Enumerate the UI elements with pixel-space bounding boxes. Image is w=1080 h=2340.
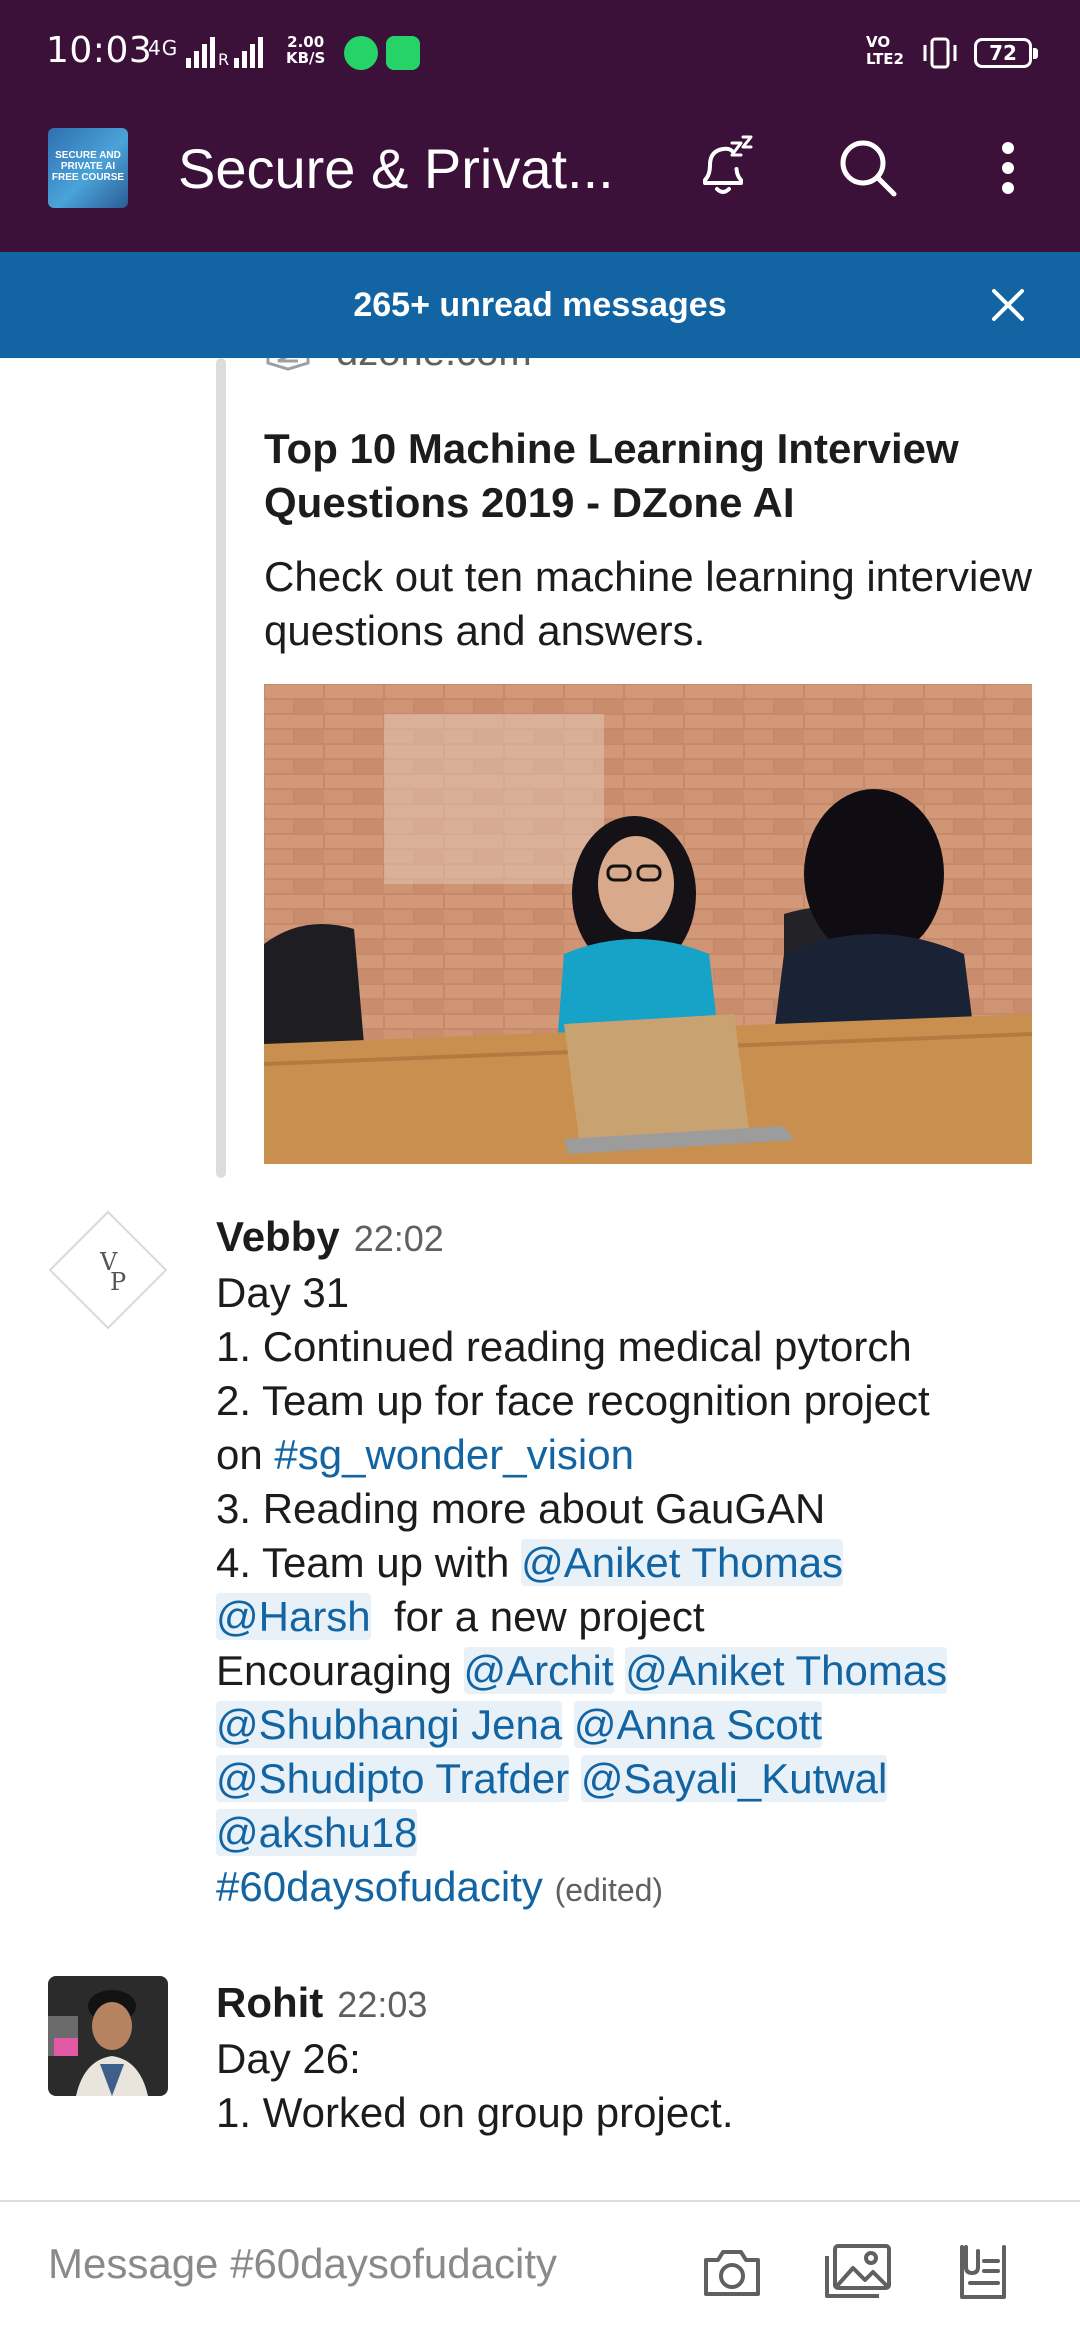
attachment-bar xyxy=(216,358,226,1178)
message-line: #60daysofudacity (edited) xyxy=(216,1860,1046,1917)
channel-link[interactable]: #sg_wonder_vision xyxy=(274,1431,634,1478)
user-mention[interactable]: @Harsh xyxy=(216,1593,371,1640)
user-mention[interactable]: @Sayali_Kutwal xyxy=(580,1755,888,1802)
message-composer xyxy=(0,2200,1080,2340)
message-line: 3. Reading more about GauGAN xyxy=(216,1485,826,1532)
message-header: Vebby 22:02 xyxy=(216,1210,1046,1266)
message-text: 4. Team up with xyxy=(216,1539,522,1586)
message-time: 22:02 xyxy=(353,1218,444,1259)
unread-messages-banner[interactable]: 265+ unread messages xyxy=(0,252,1080,358)
message-line: Day 26: xyxy=(216,2035,361,2082)
message-line: on #sg_wonder_vision xyxy=(216,1428,1046,1482)
channel-title[interactable]: Secure & Privat... xyxy=(178,136,614,201)
message-line: @akshu18 xyxy=(216,1806,1046,1860)
signal-strength-icon xyxy=(186,36,215,68)
link-description: Check out ten machine learning interview… xyxy=(264,553,1033,654)
message-line: @Harsh for a new project xyxy=(216,1590,1046,1644)
message-line: 1. Worked on group project. xyxy=(216,2089,734,2136)
user-mention[interactable]: @Shudipto Trafder xyxy=(216,1755,570,1802)
link-preview-image[interactable] xyxy=(264,684,1032,1164)
dzone-logo-icon xyxy=(266,358,310,371)
message-line: 4. Team up with @Aniket Thomas xyxy=(216,1536,1046,1590)
message-body: Rohit 22:03 Day 26: 1. Worked on group p… xyxy=(216,1976,1046,2140)
network-speed: 2.00 KB/S xyxy=(286,34,325,66)
message-line: 2. Team up for face recognition project xyxy=(216,1377,930,1424)
message-text: for a new project xyxy=(370,1593,705,1640)
vibrate-icon xyxy=(923,37,957,69)
message-text: Encouraging xyxy=(216,1647,464,1694)
whatsapp-business-icon xyxy=(386,36,420,70)
unread-messages-text: 265+ unread messages xyxy=(353,286,727,324)
user-mention[interactable]: @Anna Scott xyxy=(573,1701,823,1748)
sender-name[interactable]: Rohit xyxy=(216,1976,323,2030)
roaming-indicator: R xyxy=(218,50,231,69)
message-line: @Shubhangi Jena @Anna Scott xyxy=(216,1698,1046,1752)
avatar[interactable] xyxy=(48,1976,168,2096)
message-line: 1. Continued reading medical pytorch xyxy=(216,1323,912,1370)
more-vertical-icon[interactable] xyxy=(966,126,1050,210)
hashtag-link[interactable]: #60daysofudacity xyxy=(216,1863,543,1910)
avatar-letter-p: P xyxy=(110,1268,126,1296)
message-input[interactable] xyxy=(48,2240,648,2288)
link-source-domain: dzone.com xyxy=(336,358,532,375)
message-line: Day 31 xyxy=(216,1269,350,1316)
message-line: @Shudipto Trafder @Sayali_Kutwal xyxy=(216,1752,1046,1806)
link-title[interactable]: Top 10 Machine Learning Interview Questi… xyxy=(264,422,1044,530)
message-list[interactable]: dzone.com Top 10 Machine Learning Interv… xyxy=(0,358,1080,2200)
gallery-icon[interactable] xyxy=(818,2232,898,2312)
search-icon[interactable] xyxy=(826,126,910,210)
message-text: on xyxy=(216,1431,275,1478)
app-header: SECURE AND PRIVATE AI FREE COURSE Secure… xyxy=(0,84,1080,252)
status-time: 10:03 xyxy=(46,30,153,71)
sender-name[interactable]: Vebby xyxy=(216,1210,340,1264)
message-body: Vebby 22:02 Day 31 1. Continued reading … xyxy=(216,1210,1046,1917)
close-icon[interactable] xyxy=(980,277,1036,333)
user-mention[interactable]: @Archit xyxy=(463,1647,614,1694)
message-header: Rohit 22:03 xyxy=(216,1976,1046,2032)
status-bar: 10:03 4G R 2.00 KB/S VO LTE2 72 xyxy=(0,0,1080,84)
whatsapp-icon xyxy=(344,36,378,70)
message-time: 22:03 xyxy=(337,1984,428,2025)
network-type: 4G xyxy=(148,36,179,60)
user-mention[interactable]: @Aniket Thomas xyxy=(625,1647,948,1694)
avatar[interactable]: V P xyxy=(48,1210,168,1330)
user-mention[interactable]: @akshu18 xyxy=(216,1809,418,1856)
files-icon[interactable] xyxy=(942,2232,1022,2312)
camera-icon[interactable] xyxy=(692,2232,772,2312)
speed-unit: KB/S xyxy=(286,49,326,67)
link-source[interactable]: dzone.com xyxy=(264,358,532,375)
speed-value: 2.00 xyxy=(287,33,325,51)
volte-indicator: VO LTE2 xyxy=(866,33,904,68)
user-mention[interactable]: @Shubhangi Jena xyxy=(216,1701,563,1748)
edited-label: (edited) xyxy=(554,1872,664,1908)
signal-strength-2-icon xyxy=(234,36,263,68)
user-mention[interactable]: @Aniket Thomas xyxy=(521,1539,844,1586)
snooze-bell-icon[interactable] xyxy=(682,126,766,210)
message-line: Encouraging @Archit @Aniket Thomas xyxy=(216,1644,1046,1698)
channel-avatar[interactable]: SECURE AND PRIVATE AI FREE COURSE xyxy=(48,128,128,208)
battery-indicator: 72 xyxy=(974,38,1038,68)
